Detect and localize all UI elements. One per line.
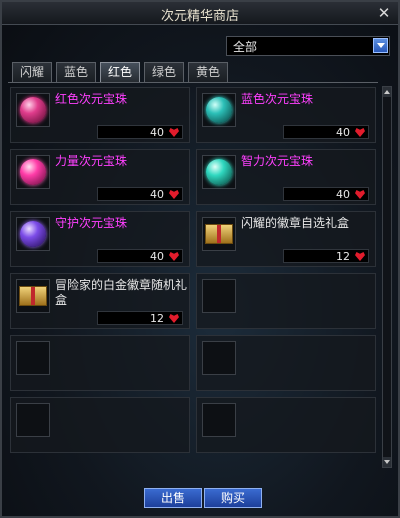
tab-shining[interactable]: 闪耀 xyxy=(12,62,52,82)
shop-item[interactable]: 冒险家的白金徽章随机礼盒 12 xyxy=(10,273,190,329)
shop-item[interactable]: 守护次元宝珠 40 xyxy=(10,211,190,267)
item-name: 蓝色次元宝珠 xyxy=(241,92,314,106)
scroll-up-icon[interactable] xyxy=(383,87,391,97)
close-icon[interactable]: ✕ xyxy=(376,5,392,21)
tab-green[interactable]: 绿色 xyxy=(144,62,184,82)
heart-icon xyxy=(169,252,179,261)
heart-icon xyxy=(355,128,365,137)
tab-divider xyxy=(8,82,378,83)
item-slot xyxy=(16,341,50,375)
item-slot xyxy=(16,279,50,313)
price-box: 12 xyxy=(283,249,369,263)
item-price: 40 xyxy=(336,126,350,139)
item-slot xyxy=(202,155,236,189)
shop-item[interactable]: 智力次元宝珠 40 xyxy=(196,149,376,205)
item-price: 12 xyxy=(150,312,164,325)
shop-item[interactable]: 闪耀的徽章自选礼盒 12 xyxy=(196,211,376,267)
item-name: 力量次元宝珠 xyxy=(55,154,128,168)
item-name: 红色次元宝珠 xyxy=(55,92,128,106)
shop-item[interactable]: 红色次元宝珠 40 xyxy=(10,87,190,143)
heart-icon xyxy=(169,128,179,137)
teal-gem-icon xyxy=(206,159,232,185)
window-title: 次元精华商店 xyxy=(160,9,239,24)
item-slot xyxy=(202,341,236,375)
red-gem-icon xyxy=(20,97,46,123)
item-name: 守护次元宝珠 xyxy=(55,216,128,230)
item-name: 闪耀的徽章自选礼盒 xyxy=(241,216,350,230)
item-grid: 红色次元宝珠 40 蓝色次元宝珠 40 力量次元宝珠 40 智力次元宝珠 40 … xyxy=(10,87,378,465)
price-box: 40 xyxy=(97,249,183,263)
filter-dropdown[interactable]: 全部 xyxy=(226,36,390,56)
shop-item[interactable]: 力量次元宝珠 40 xyxy=(10,149,190,205)
heart-icon xyxy=(355,252,365,261)
item-price: 40 xyxy=(336,188,350,201)
item-slot xyxy=(202,217,236,251)
item-slot xyxy=(202,403,236,437)
item-slot xyxy=(202,279,236,313)
item-name: 冒险家的白金徽章随机礼盒 xyxy=(55,278,188,307)
price-box: 40 xyxy=(283,125,369,139)
scroll-down-icon[interactable] xyxy=(383,457,391,467)
pink-gem-icon xyxy=(20,159,46,185)
buy-button[interactable]: 购买 xyxy=(204,488,262,508)
empty-item-slot xyxy=(196,273,376,329)
empty-item-slot xyxy=(196,397,376,453)
empty-item-slot xyxy=(10,335,190,391)
title-bar[interactable]: 次元精华商店 ✕ xyxy=(2,2,398,25)
item-price: 40 xyxy=(150,188,164,201)
item-slot xyxy=(16,93,50,127)
empty-item-slot xyxy=(196,335,376,391)
item-price: 40 xyxy=(150,126,164,139)
tab-blue[interactable]: 蓝色 xyxy=(56,62,96,82)
shop-window: 次元精华商店 ✕ 全部 闪耀 蓝色 红色 绿色 黄色 红色次元宝珠 40 蓝色次… xyxy=(0,0,400,518)
shop-item[interactable]: 蓝色次元宝珠 40 xyxy=(196,87,376,143)
empty-item-slot xyxy=(10,397,190,453)
heart-icon xyxy=(169,314,179,323)
item-slot xyxy=(16,155,50,189)
price-box: 40 xyxy=(283,187,369,201)
item-price: 40 xyxy=(150,250,164,263)
item-name: 智力次元宝珠 xyxy=(241,154,314,168)
blue-gem-icon xyxy=(206,97,232,123)
price-box: 12 xyxy=(97,311,183,325)
item-slot xyxy=(16,403,50,437)
item-slot xyxy=(16,217,50,251)
scrollbar[interactable] xyxy=(382,86,392,468)
heart-icon xyxy=(355,190,365,199)
price-box: 40 xyxy=(97,187,183,201)
heart-icon xyxy=(169,190,179,199)
tab-yellow[interactable]: 黄色 xyxy=(188,62,228,82)
price-box: 40 xyxy=(97,125,183,139)
sell-button[interactable]: 出售 xyxy=(144,488,202,508)
tab-red[interactable]: 红色 xyxy=(100,62,140,82)
chevron-down-icon[interactable] xyxy=(373,38,388,53)
filter-selected: 全部 xyxy=(233,40,258,54)
gift-box-icon xyxy=(19,286,47,306)
purple-gem-icon xyxy=(20,221,46,247)
gift-box-icon xyxy=(205,224,233,244)
item-slot xyxy=(202,93,236,127)
item-price: 12 xyxy=(336,250,350,263)
